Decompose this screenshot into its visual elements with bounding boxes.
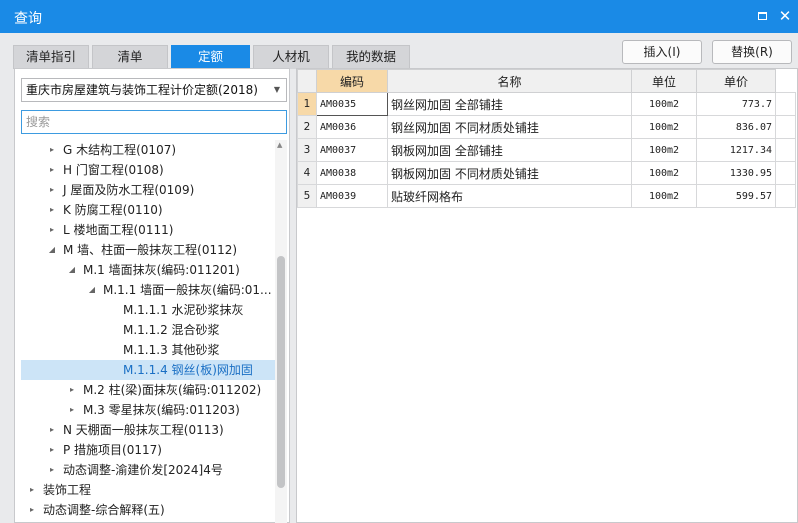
price-cell[interactable]: 773.7 bbox=[696, 92, 776, 116]
tree-item[interactable]: ◢ M.1 墙面抹灰(编码:011201) bbox=[21, 260, 275, 280]
tree-item[interactable]: M.1.1.1 水泥砂浆抹灰 bbox=[21, 300, 275, 320]
name-cell[interactable]: 钢板网加固 不同材质处铺挂 bbox=[387, 161, 632, 185]
tree-item[interactable]: ▸ H 门窗工程(0108) bbox=[21, 160, 275, 180]
quota-library-select[interactable]: 重庆市房屋建筑与装饰工程计价定额(2018) ▼ bbox=[21, 78, 287, 102]
row-filler bbox=[775, 138, 796, 162]
chevron-down-icon: ▼ bbox=[273, 85, 280, 94]
price-cell[interactable]: 1330.95 bbox=[696, 161, 776, 185]
tab-labor-material-machine[interactable]: 人材机 bbox=[253, 45, 329, 69]
column-header-code[interactable]: 编码 bbox=[316, 69, 388, 93]
collapse-arrow-icon[interactable]: ◢ bbox=[47, 240, 57, 260]
window-title: 查询 bbox=[14, 11, 42, 27]
search-input[interactable]: 搜索 bbox=[21, 110, 287, 134]
scroll-up-icon[interactable]: ▲ bbox=[277, 141, 282, 149]
row-filler bbox=[775, 115, 796, 139]
expand-arrow-icon[interactable]: ▸ bbox=[47, 180, 57, 200]
tree-item-selected[interactable]: M.1.1.4 钢丝(板)网加固 bbox=[21, 360, 275, 380]
code-cell[interactable]: AM0039 bbox=[316, 184, 388, 208]
name-cell[interactable]: 钢丝网加固 不同材质处铺挂 bbox=[387, 115, 632, 139]
row-number: 5 bbox=[297, 184, 317, 208]
tree-item[interactable]: ▸ K 防腐工程(0110) bbox=[21, 200, 275, 220]
tree-scrollbar[interactable]: ▲ bbox=[275, 140, 287, 523]
expand-arrow-icon[interactable]: ▸ bbox=[27, 500, 37, 520]
quota-library-value: 重庆市房屋建筑与装饰工程计价定额(2018) bbox=[26, 83, 258, 97]
table-row[interactable]: 3 AM0037 钢板网加固 全部铺挂 100m2 1217.34 bbox=[297, 138, 796, 162]
tree-item[interactable]: ◢ M.1.1 墙面一般抹灰(编码:01... bbox=[21, 280, 275, 300]
code-cell[interactable]: AM0037 bbox=[316, 138, 388, 162]
table-row[interactable]: 5 AM0039 贴玻纤网格布 100m2 599.57 bbox=[297, 184, 796, 208]
tree-item[interactable]: M.1.1.3 其他砂浆 bbox=[21, 340, 275, 360]
unit-cell[interactable]: 100m2 bbox=[631, 161, 697, 185]
code-cell[interactable]: AM0035 bbox=[316, 92, 388, 116]
expand-arrow-icon[interactable]: ▸ bbox=[47, 160, 57, 180]
unit-cell[interactable]: 100m2 bbox=[631, 138, 697, 162]
row-filler bbox=[775, 184, 796, 208]
expand-arrow-icon[interactable]: ▸ bbox=[47, 220, 57, 240]
row-number: 3 bbox=[297, 138, 317, 162]
close-icon[interactable]: ✕ bbox=[776, 7, 794, 25]
code-cell[interactable]: AM0038 bbox=[316, 161, 388, 185]
table-row[interactable]: 1 AM0035 钢丝网加固 全部铺挂 100m2 773.7 bbox=[297, 92, 796, 116]
collapse-arrow-icon[interactable]: ◢ bbox=[87, 280, 97, 300]
tree-item[interactable]: ▸ P 措施项目(0117) bbox=[21, 440, 275, 460]
column-header-price[interactable]: 单价 bbox=[696, 69, 776, 93]
results-table: 编码 名称 单位 单价 1 AM0035 钢丝网加固 全部铺挂 100m2 77… bbox=[297, 69, 796, 208]
expand-arrow-icon[interactable]: ▸ bbox=[67, 380, 77, 400]
maximize-icon[interactable] bbox=[753, 7, 771, 25]
tree-item[interactable]: ▸ 动态调整-综合解释(五) bbox=[21, 500, 275, 520]
unit-cell[interactable]: 100m2 bbox=[631, 184, 697, 208]
column-header-unit[interactable]: 单位 bbox=[631, 69, 697, 93]
expand-arrow-icon[interactable]: ▸ bbox=[47, 460, 57, 480]
unit-cell[interactable]: 100m2 bbox=[631, 92, 697, 116]
tree-item[interactable]: ◢ M 墙、柱面一般抹灰工程(0112) bbox=[21, 240, 275, 260]
column-header-name[interactable]: 名称 bbox=[387, 69, 632, 93]
row-filler bbox=[775, 92, 796, 116]
expand-arrow-icon[interactable]: ▸ bbox=[47, 440, 57, 460]
title-bar: 查询 ✕ bbox=[0, 0, 798, 33]
unit-cell[interactable]: 100m2 bbox=[631, 115, 697, 139]
row-number: 4 bbox=[297, 161, 317, 185]
tree-item[interactable]: ▸ G 木结构工程(0107) bbox=[21, 140, 275, 160]
tab-quota[interactable]: 定额 bbox=[171, 45, 250, 69]
expand-arrow-icon[interactable]: ▸ bbox=[47, 140, 57, 160]
tree-item[interactable]: ▸ M.3 零星抹灰(编码:011203) bbox=[21, 400, 275, 420]
name-cell[interactable]: 钢丝网加固 全部铺挂 bbox=[387, 92, 632, 116]
tree-item[interactable]: ▸ J 屋面及防水工程(0109) bbox=[21, 180, 275, 200]
tree-item[interactable]: ▸ M.2 柱(梁)面抹灰(编码:011202) bbox=[21, 380, 275, 400]
price-cell[interactable]: 599.57 bbox=[696, 184, 776, 208]
expand-arrow-icon[interactable]: ▸ bbox=[27, 480, 37, 500]
table-row[interactable]: 4 AM0038 钢板网加固 不同材质处铺挂 100m2 1330.95 bbox=[297, 161, 796, 185]
collapse-arrow-icon[interactable]: ◢ bbox=[67, 260, 77, 280]
tab-list-guide[interactable]: 清单指引 bbox=[13, 45, 89, 69]
replace-button[interactable]: 替换(R) bbox=[712, 40, 792, 64]
tab-my-data[interactable]: 我的数据 bbox=[332, 45, 410, 69]
row-number: 2 bbox=[297, 115, 317, 139]
insert-button[interactable]: 插入(I) bbox=[622, 40, 702, 64]
tree-item[interactable]: ▸ N 天棚面一般抹灰工程(0113) bbox=[21, 420, 275, 440]
tree-item[interactable]: ▸ 装饰工程 bbox=[21, 480, 275, 500]
price-cell[interactable]: 1217.34 bbox=[696, 138, 776, 162]
category-tree: ▸ G 木结构工程(0107) ▸ H 门窗工程(0108) ▸ J 屋面及防水工程(… bbox=[21, 140, 275, 523]
name-cell[interactable]: 贴玻纤网格布 bbox=[387, 184, 632, 208]
header-filler bbox=[775, 69, 796, 93]
scrollbar-thumb[interactable] bbox=[277, 256, 285, 488]
expand-arrow-icon[interactable]: ▸ bbox=[47, 200, 57, 220]
tab-list[interactable]: 清单 bbox=[92, 45, 168, 69]
price-cell[interactable]: 836.07 bbox=[696, 115, 776, 139]
tree-item[interactable]: ▸ L 楼地面工程(0111) bbox=[21, 220, 275, 240]
expand-arrow-icon[interactable]: ▸ bbox=[47, 420, 57, 440]
table-header-row: 编码 名称 单位 单价 bbox=[297, 69, 796, 93]
code-cell[interactable]: AM0036 bbox=[316, 115, 388, 139]
row-filler bbox=[775, 161, 796, 185]
row-number: 1 bbox=[297, 92, 317, 116]
name-cell[interactable]: 钢板网加固 全部铺挂 bbox=[387, 138, 632, 162]
tree-item[interactable]: M.1.1.2 混合砂浆 bbox=[21, 320, 275, 340]
tree-item[interactable]: ▸ 动态调整-渝建价发[2024]4号 bbox=[21, 460, 275, 480]
expand-arrow-icon[interactable]: ▸ bbox=[67, 400, 77, 420]
row-number-header[interactable] bbox=[297, 69, 317, 93]
table-row[interactable]: 2 AM0036 钢丝网加固 不同材质处铺挂 100m2 836.07 bbox=[297, 115, 796, 139]
